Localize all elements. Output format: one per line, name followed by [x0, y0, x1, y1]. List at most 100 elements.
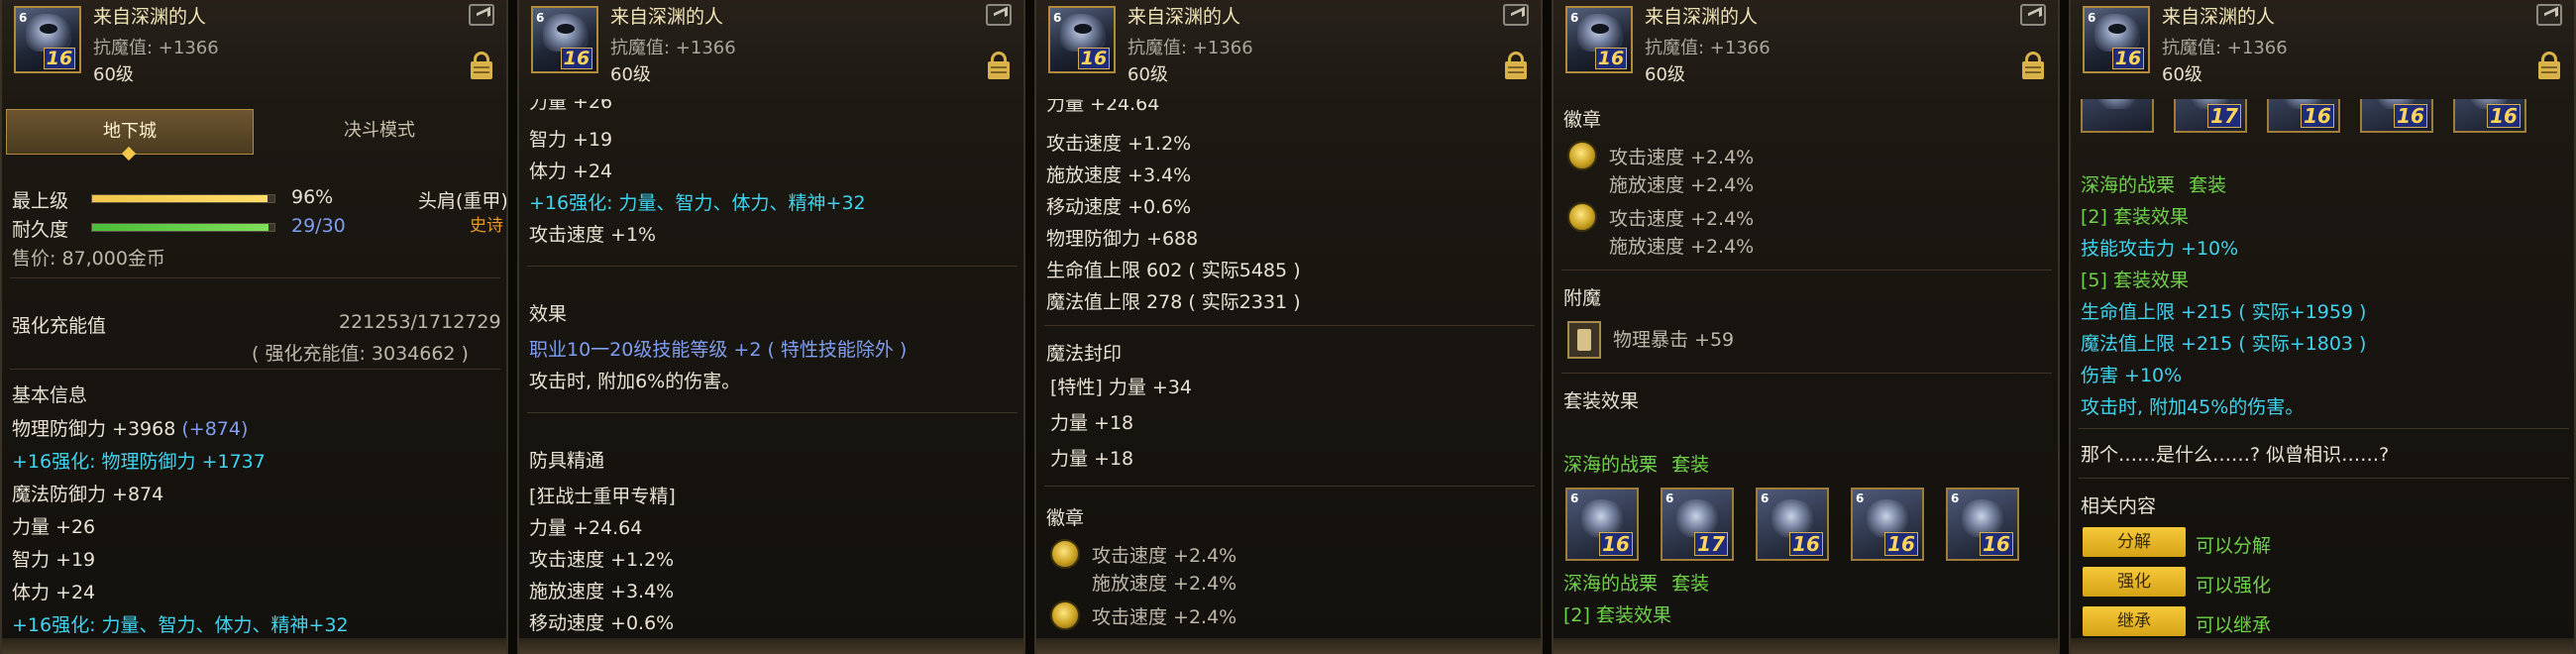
tooltip-panel-5: 6 16 来自深渊的人 抗魔值: +1366 60级 17 16 16 16 深…: [2069, 0, 2576, 654]
panel-gap: [1543, 0, 1552, 654]
cast-speed: 施放速度 +3.4%: [1046, 164, 1192, 186]
set-item-icon[interactable]: 16: [2360, 99, 2433, 133]
phys-def-text: 物理防御力 +3968: [12, 418, 176, 440]
item-header: 6 16 来自深渊的人 抗魔值: +1366 60级: [2, 0, 506, 99]
phys-def: 物理防御力 +3968 (+874): [12, 414, 248, 441]
set-name: 深海的战栗 套装: [1563, 569, 1709, 596]
resist-value: 抗魔值: +1366: [1127, 38, 1253, 58]
tooltip-content: 17 16 16 16 深海的战栗 套装 [2] 套装效果 技能攻击力 +10%…: [2071, 99, 2574, 638]
item-name: 来自深渊的人: [93, 6, 207, 28]
set-item-icon[interactable]: 6 16: [1946, 488, 2019, 561]
footer-bar: [2071, 638, 2574, 654]
footer-bar: [519, 638, 1023, 654]
enhance-stats: +16强化: 力量、智力、体力、精神+32: [529, 192, 866, 214]
set-name-text: 深海的战栗: [1563, 573, 1659, 595]
grade-bar-fill: [92, 195, 268, 202]
set-item-icon[interactable]: 6 16: [1565, 488, 1639, 561]
item-level: 60级: [1645, 64, 1685, 85]
set-item-icon[interactable]: 17: [2174, 99, 2247, 133]
disassemble-button[interactable]: 分解: [2083, 527, 2186, 557]
divider: [527, 266, 1018, 267]
magic-def: 魔法防御力 +874: [12, 484, 164, 505]
share-icon[interactable]: [1503, 4, 1529, 26]
durability-bar: [91, 223, 275, 232]
share-icon[interactable]: [469, 4, 494, 26]
footer-bar: [2, 638, 506, 654]
item-level: 60级: [2162, 64, 2202, 85]
lock-icon[interactable]: [2022, 52, 2044, 79]
set-bonus-2: [2] 套装效果: [1563, 604, 1671, 626]
stat-int: 智力 +19: [529, 129, 613, 151]
lock-icon[interactable]: [988, 52, 1010, 79]
phys-def-bonus: (+874): [181, 418, 249, 440]
inherit-button[interactable]: 继承: [2083, 606, 2186, 636]
lock-icon[interactable]: [1505, 52, 1527, 79]
mp-max: 魔法值上限 278 ( 实际2331 ): [1046, 291, 1301, 313]
set-item-icon[interactable]: 6 16: [1851, 488, 1924, 561]
effect-title: 效果: [529, 303, 568, 325]
set-name: 深海的战栗 套装: [2081, 170, 2226, 197]
set-item-icon[interactable]: [2081, 99, 2154, 133]
divider: [1561, 373, 2052, 374]
set-item-icon[interactable]: 6 16: [1756, 488, 1829, 561]
grade-number: 6: [2088, 11, 2096, 25]
enhance-def: +16强化: 物理防御力 +1737: [12, 451, 266, 473]
share-icon[interactable]: [986, 4, 1012, 26]
stat-vit: 体力 +24: [529, 161, 613, 182]
grade-number: 6: [1570, 491, 1579, 505]
emblem-icon: [1567, 141, 1597, 170]
set-item-icon[interactable]: 6 17: [1661, 488, 1734, 561]
panel-gap: [1025, 0, 1034, 654]
tab-pvp[interactable]: 决斗模式: [256, 109, 503, 155]
item-icon: 6 16: [1048, 6, 1116, 73]
divider: [10, 277, 500, 278]
lock-icon[interactable]: [471, 52, 492, 79]
disassemble-text: 可以分解: [2196, 535, 2272, 557]
enhance-level: 17: [1694, 532, 1728, 556]
item-header: 6 16 来自深渊的人 抗魔值: +1366 60级: [1036, 0, 1541, 99]
effect-skill: 职业10一20级技能等级 +2 ( 特性技能除外 ): [529, 339, 908, 361]
share-icon[interactable]: [2020, 4, 2046, 26]
item-name: 来自深渊的人: [610, 6, 724, 28]
durability-label: 耐久度: [12, 219, 69, 241]
enhance-stats: +16强化: 力量、智力、体力、精神+32: [12, 614, 349, 636]
durability-bar-fill: [92, 224, 269, 231]
tooltip-panel-1: 6 16 来自深渊的人 抗魔值: +1366 60级 地下城 决斗模式 最上级 …: [0, 0, 508, 654]
enhance-level: 16: [1599, 532, 1633, 556]
mode-tabs: 地下城 决斗模式: [6, 109, 506, 162]
cast-speed: 施放速度 +3.4%: [529, 581, 675, 602]
set-item-icon[interactable]: 16: [2267, 99, 2340, 133]
divider: [2079, 428, 2569, 429]
beast-icon: [2096, 99, 2140, 109]
hp-max: 生命值上限 602 ( 实际5485 ): [1046, 260, 1301, 281]
divider: [1044, 486, 1535, 487]
tooltip-panel-2: 6 16 来自深渊的人 抗魔值: +1366 60级 力量 +26 智力 +19…: [517, 0, 1025, 654]
amp-value: 221253/1712729: [339, 311, 501, 333]
tooltip-panel-4: 6 16 来自深渊的人 抗魔值: +1366 60级 徽章 攻击速度 +2.4%…: [1552, 0, 2060, 654]
tooltip-panel-3: 6 16 来自深渊的人 抗魔值: +1366 60级 力量 +24.64 攻击速…: [1034, 0, 1543, 654]
related-title: 相关内容: [2081, 495, 2157, 517]
grade-number: 6: [536, 11, 545, 25]
emblem-2a: 攻击速度 +2.4%: [1092, 606, 1237, 628]
tooltip-content: 徽章 攻击速度 +2.4% 施放速度 +2.4% 攻击速度 +2.4% 施放速度…: [1554, 99, 2058, 638]
set-suffix: 套装: [1671, 454, 1710, 476]
item-name: 来自深渊的人: [2162, 6, 2276, 28]
divider: [2079, 478, 2569, 479]
grade-label: 最上级: [12, 190, 69, 212]
skill-atk: 技能攻击力 +10%: [2081, 238, 2239, 260]
enhance-level: 16: [2112, 48, 2144, 69]
grade-number: 6: [1570, 11, 1579, 25]
item-name: 来自深渊的人: [1127, 6, 1241, 28]
set-effect-title: 套装效果: [1563, 390, 1640, 412]
share-icon[interactable]: [2536, 4, 2562, 26]
set-item-icon[interactable]: 16: [2453, 99, 2526, 133]
seal-1: [特性] 力量 +34: [1050, 377, 1193, 398]
lock-icon[interactable]: [2538, 52, 2560, 79]
grade-value: 96%: [291, 186, 334, 208]
emblem-1b: 施放速度 +2.4%: [1609, 174, 1755, 196]
item-icon: 6 16: [14, 6, 81, 73]
set-name-text: 深海的战栗: [1563, 454, 1659, 476]
enhance-level: 16: [1595, 48, 1627, 69]
enhance-button[interactable]: 强化: [2083, 567, 2186, 597]
enhance-level: 16: [1789, 532, 1823, 556]
